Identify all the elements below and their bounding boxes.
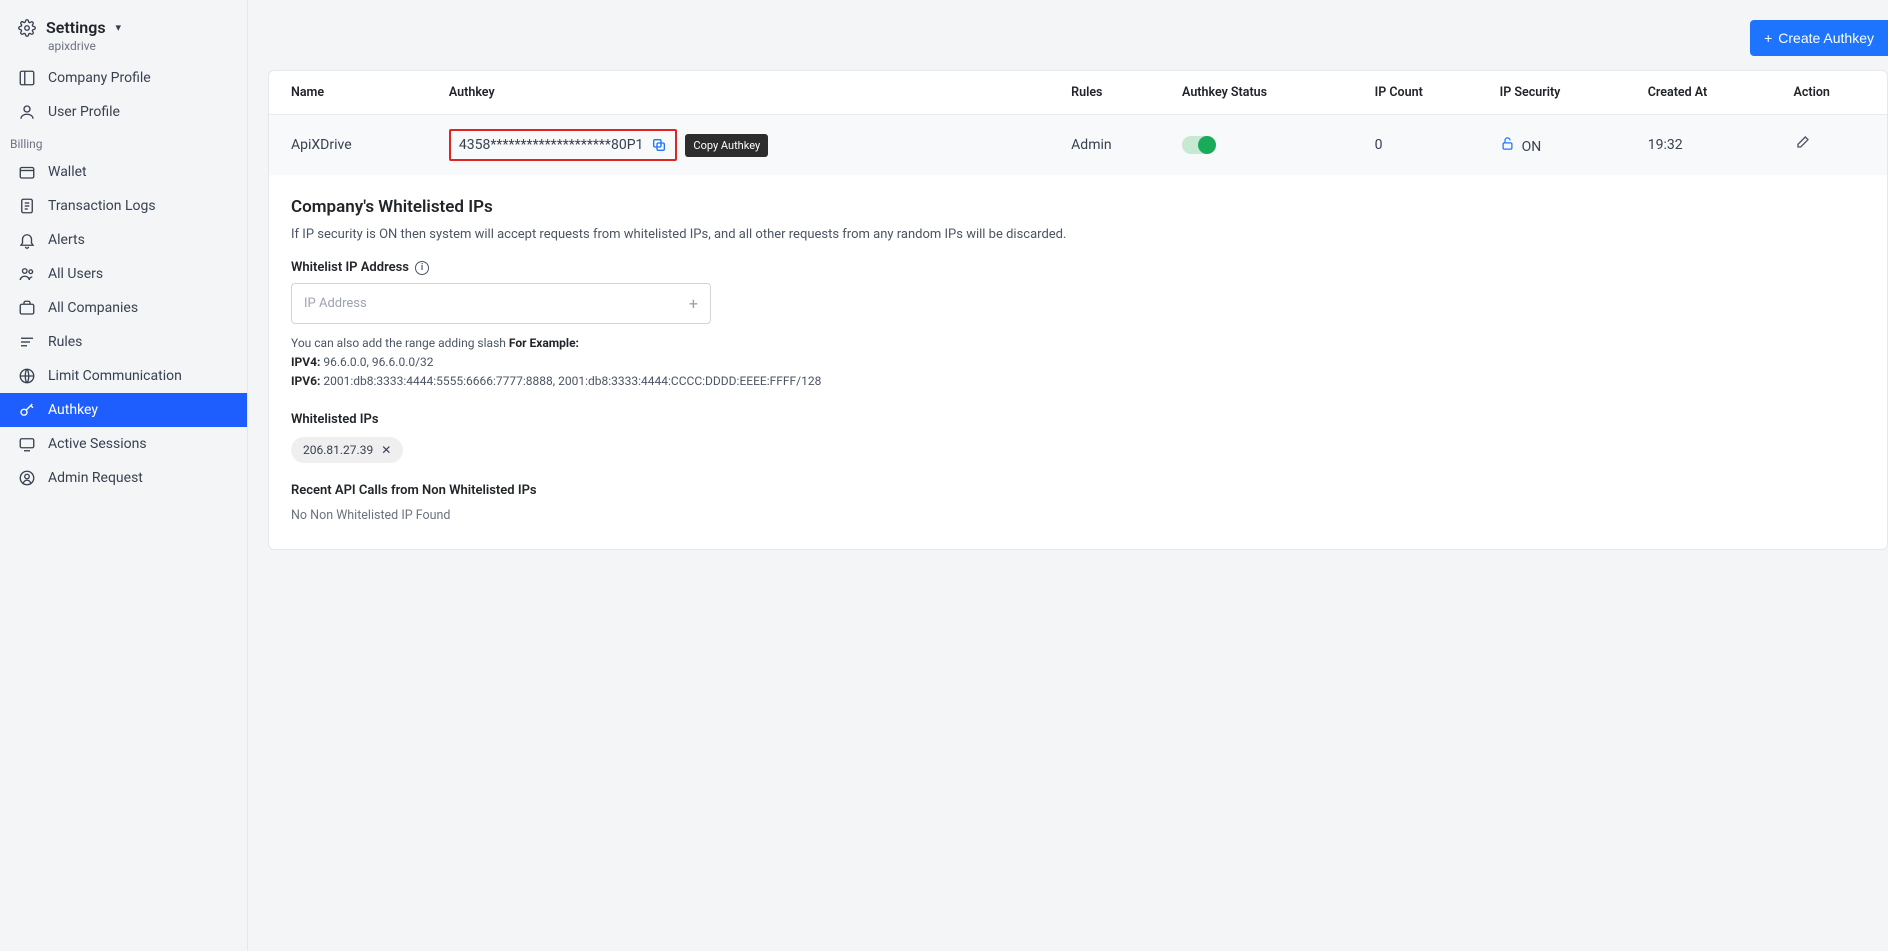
sessions-icon	[18, 435, 36, 453]
sidebar-item-label: Wallet	[48, 164, 87, 180]
th-authkey: Authkey	[439, 71, 1061, 115]
add-ip-icon[interactable]: +	[689, 294, 698, 313]
user-icon	[18, 103, 36, 121]
logs-icon	[18, 197, 36, 215]
globe-icon	[18, 367, 36, 385]
copy-tooltip: Copy Authkey	[685, 134, 768, 157]
sidebar-item-label: Alerts	[48, 232, 85, 248]
whitelisted-ips-label: Whitelisted IPs	[291, 412, 1865, 427]
sidebar-item-limit-communication[interactable]: Limit Communication	[0, 359, 247, 393]
sidebar-subtitle: apixdrive	[0, 39, 247, 53]
sidebar-item-transaction-logs[interactable]: Transaction Logs	[0, 189, 247, 223]
sidebar: Settings ▾ apixdrive Company Profile Use…	[0, 0, 248, 951]
users-icon	[18, 265, 36, 283]
th-ipcount: IP Count	[1365, 71, 1490, 115]
sidebar-item-label: Company Profile	[48, 70, 151, 86]
ip-address-input[interactable]: IP Address +	[291, 283, 711, 324]
main-content: + Create Authkey Name Authkey Rules Auth…	[248, 0, 1888, 951]
ipv6-values: 2001:db8:3333:4444:5555:6666:7777:8888, …	[320, 374, 821, 388]
status-toggle[interactable]	[1182, 136, 1216, 154]
cell-ipsecurity: ON	[1490, 115, 1638, 176]
create-authkey-label: Create Authkey	[1778, 30, 1874, 46]
cell-ipcount: 0	[1365, 115, 1490, 176]
cell-action	[1784, 115, 1887, 176]
chevron-down-icon: ▾	[116, 21, 122, 34]
briefcase-icon	[18, 299, 36, 317]
copy-icon[interactable]	[651, 137, 667, 153]
sidebar-item-label: Transaction Logs	[48, 198, 156, 214]
topbar: + Create Authkey	[268, 20, 1888, 56]
sidebar-item-label: Admin Request	[48, 470, 143, 486]
sidebar-item-company-profile[interactable]: Company Profile	[0, 61, 247, 95]
plus-icon: +	[1764, 30, 1772, 46]
sidebar-title: Settings	[46, 18, 106, 37]
key-icon	[18, 401, 36, 419]
ipv4-values: 96.6.0.0, 96.6.0.0/32	[320, 355, 433, 369]
sidebar-item-label: Limit Communication	[48, 368, 182, 384]
ipsecurity-value: ON	[1522, 139, 1542, 155]
whitelist-field-label-text: Whitelist IP Address	[291, 260, 409, 275]
sidebar-item-label: All Users	[48, 266, 103, 282]
th-action: Action	[1784, 71, 1887, 115]
cell-status	[1172, 115, 1365, 176]
bell-icon	[18, 231, 36, 249]
layout-icon	[18, 69, 36, 87]
create-authkey-button[interactable]: + Create Authkey	[1750, 20, 1888, 56]
th-name: Name	[269, 71, 439, 115]
sidebar-item-all-users[interactable]: All Users	[0, 257, 247, 291]
cell-name: ApiXDrive	[269, 115, 439, 176]
info-icon[interactable]: i	[415, 261, 429, 275]
edit-icon[interactable]	[1794, 139, 1810, 155]
ip-chip: 206.81.27.39 ✕	[291, 437, 403, 463]
authkey-panel: Name Authkey Rules Authkey Status IP Cou…	[268, 70, 1888, 550]
authkey-value: 4358********************80P1	[459, 137, 644, 153]
sidebar-item-label: Rules	[48, 334, 82, 350]
sidebar-item-admin-request[interactable]: Admin Request	[0, 461, 247, 495]
chip-ip-value: 206.81.27.39	[303, 443, 373, 457]
sidebar-item-rules[interactable]: Rules	[0, 325, 247, 359]
sidebar-item-authkey[interactable]: Authkey	[0, 393, 247, 427]
th-rules: Rules	[1061, 71, 1172, 115]
ip-placeholder: IP Address	[304, 296, 367, 311]
authkey-highlighted-box: 4358********************80P1	[449, 129, 678, 161]
whitelist-field-label: Whitelist IP Address i	[291, 260, 1865, 275]
authkey-table: Name Authkey Rules Authkey Status IP Cou…	[269, 71, 1887, 175]
lock-icon	[1500, 139, 1518, 155]
cell-rules: Admin	[1061, 115, 1172, 176]
th-created: Created At	[1638, 71, 1784, 115]
sidebar-item-label: All Companies	[48, 300, 138, 316]
table-row: ApiXDrive 4358********************80P1 C…	[269, 115, 1887, 176]
recent-calls-label: Recent API Calls from Non Whitelisted IP…	[291, 483, 1865, 498]
sidebar-item-label: Active Sessions	[48, 436, 147, 452]
whitelist-desc: If IP security is ON then system will ac…	[291, 227, 1865, 242]
sidebar-section-billing: Billing	[0, 129, 247, 155]
sidebar-item-alerts[interactable]: Alerts	[0, 223, 247, 257]
ip-hint: You can also add the range adding slash …	[291, 334, 1865, 392]
hint-intro: You can also add the range adding slash	[291, 336, 509, 350]
sidebar-item-wallet[interactable]: Wallet	[0, 155, 247, 189]
sidebar-item-label: Authkey	[48, 402, 98, 418]
wallet-icon	[18, 163, 36, 181]
cell-created: 19:32	[1638, 115, 1784, 176]
cell-authkey: 4358********************80P1 Copy Authke…	[439, 115, 1061, 176]
ipv6-label: IPV6:	[291, 374, 320, 388]
hint-example-label: For Example:	[509, 336, 579, 350]
lines-icon	[18, 333, 36, 351]
whitelist-section: Company's Whitelisted IPs If IP security…	[269, 175, 1887, 549]
th-ipsecurity: IP Security	[1490, 71, 1638, 115]
whitelist-heading: Company's Whitelisted IPs	[291, 197, 1865, 217]
sidebar-item-active-sessions[interactable]: Active Sessions	[0, 427, 247, 461]
remove-ip-icon[interactable]: ✕	[381, 443, 391, 457]
gear-icon	[18, 19, 36, 37]
admin-icon	[18, 469, 36, 487]
sidebar-item-label: User Profile	[48, 104, 120, 120]
sidebar-item-user-profile[interactable]: User Profile	[0, 95, 247, 129]
no-non-whitelisted-found: No Non Whitelisted IP Found	[291, 508, 1865, 523]
sidebar-item-all-companies[interactable]: All Companies	[0, 291, 247, 325]
ipv4-label: IPV4:	[291, 355, 320, 369]
sidebar-header[interactable]: Settings ▾	[0, 12, 247, 39]
th-status: Authkey Status	[1172, 71, 1365, 115]
